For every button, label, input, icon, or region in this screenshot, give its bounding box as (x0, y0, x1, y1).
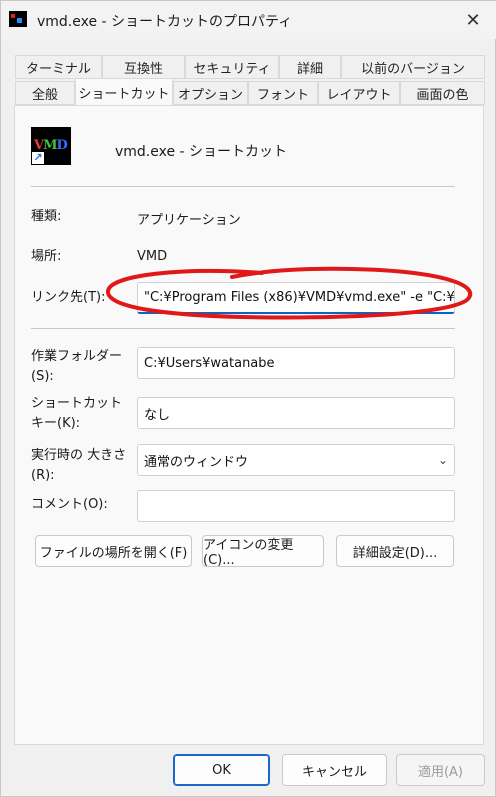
close-icon: ✕ (465, 9, 481, 31)
cancel-button[interactable]: キャンセル (282, 754, 387, 786)
tab-details[interactable]: 詳細 (279, 55, 341, 79)
tab-compatibility[interactable]: 互換性 (102, 55, 185, 79)
hotkey-input[interactable]: なし (137, 397, 455, 429)
open-location-button[interactable]: ファイルの場所を開く(F) (35, 535, 192, 567)
type-label: 種類: (31, 209, 62, 224)
run-select[interactable]: 通常のウィンドウ ⌄ (137, 444, 455, 476)
shortcut-arrow-icon: ↗ (32, 151, 44, 164)
tab-general[interactable]: 全般 (15, 81, 75, 105)
tab-colors[interactable]: 画面の色 (400, 81, 485, 105)
properties-window: vmd.exe - ショートカットのプロパティ ✕ ターミナル 互換性 セキュリ… (0, 0, 496, 797)
tab-terminal[interactable]: ターミナル (15, 55, 102, 79)
location-label: 場所: (31, 249, 62, 264)
run-label: 実行時の 大きさ(R): (31, 448, 127, 483)
tab-shortcut[interactable]: ショートカット (75, 78, 173, 105)
chevron-down-icon: ⌄ (437, 453, 448, 467)
startin-text: C:¥Users¥watanabe (144, 355, 275, 371)
tab-security[interactable]: セキュリティ (185, 55, 279, 79)
close-button[interactable]: ✕ (455, 5, 491, 35)
location-value: VMD (137, 249, 168, 264)
startin-input[interactable]: C:¥Users¥watanabe (137, 347, 455, 379)
startin-label: 作業フォルダー (S): (31, 349, 123, 384)
shortcut-name: vmd.exe - ショートカット (115, 144, 288, 160)
app-icon (9, 11, 27, 27)
window-title: vmd.exe - ショートカットのプロパティ (37, 14, 293, 30)
vmd-shortcut-icon: VMD ↗ (31, 127, 71, 165)
tab-previous-versions[interactable]: 以前のバージョン (341, 55, 485, 79)
target-label: リンク先(T): (31, 290, 106, 305)
type-value: アプリケーション (137, 213, 241, 228)
target-text: "C:¥Program Files (x86)¥VMD¥vmd.exe" -e … (144, 290, 455, 305)
advanced-button[interactable]: 詳細設定(D)... (336, 535, 454, 567)
tab-options[interactable]: オプション (173, 81, 248, 105)
tab-layout[interactable]: レイアウト (318, 81, 400, 105)
apply-button[interactable]: 適用(A) (396, 754, 485, 786)
comment-label: コメント(O): (31, 497, 108, 512)
change-icon-button[interactable]: アイコンの変更(C)... (202, 535, 324, 568)
separator (31, 186, 455, 187)
title-bar: vmd.exe - ショートカットのプロパティ ✕ (1, 1, 496, 39)
comment-input[interactable] (137, 490, 455, 522)
hotkey-label: ショートカット キー(K): (31, 396, 123, 431)
target-input[interactable]: "C:¥Program Files (x86)¥VMD¥vmd.exe" -e … (137, 282, 455, 314)
separator (31, 328, 455, 329)
hotkey-text: なし (144, 407, 171, 423)
tab-font[interactable]: フォント (248, 81, 318, 105)
run-text: 通常のウィンドウ (144, 454, 249, 470)
ok-button[interactable]: OK (173, 754, 270, 786)
